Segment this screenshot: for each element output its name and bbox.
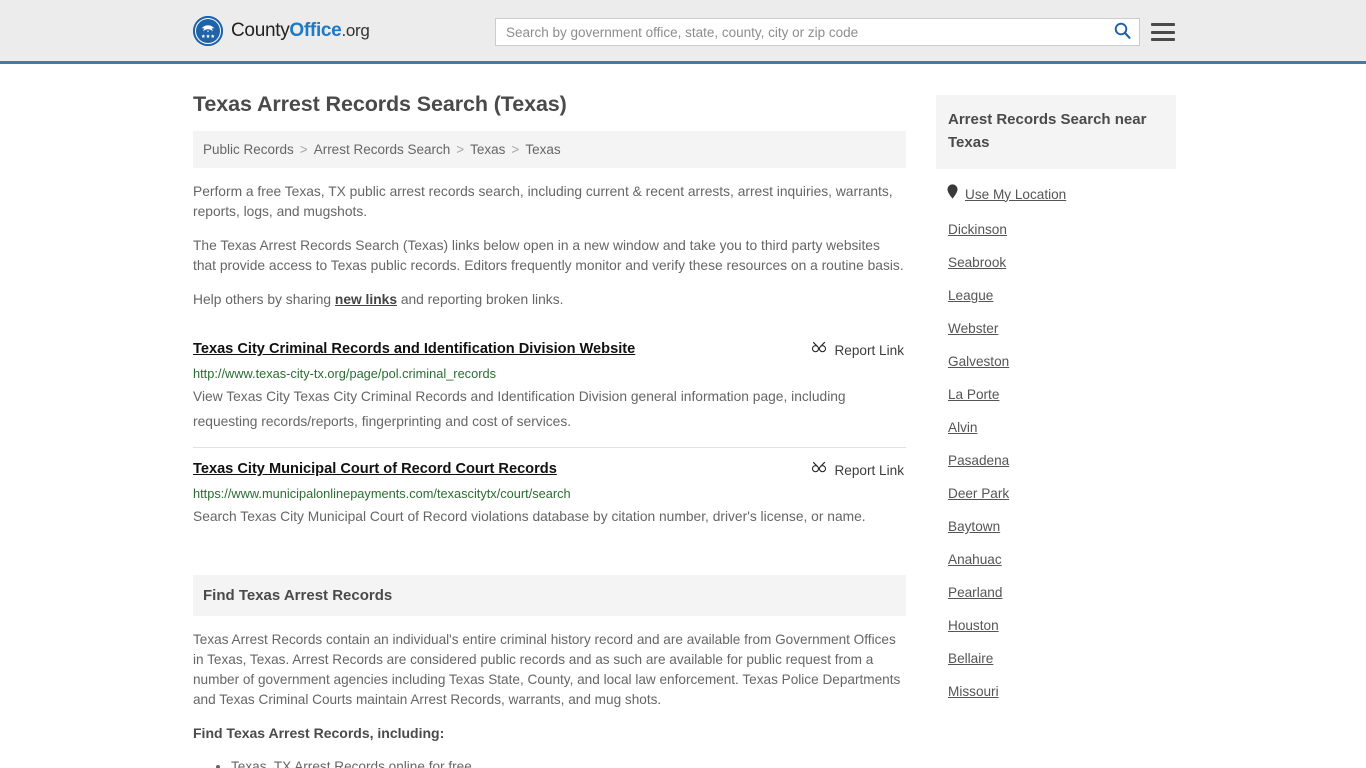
result-url: https://www.municipalonlinepayments.com/… bbox=[193, 486, 571, 501]
report-link-label: Report Link bbox=[834, 463, 904, 478]
result-title-link[interactable]: Texas City Criminal Records and Identifi… bbox=[193, 339, 635, 359]
sidebar-item-label[interactable]: Pasadena bbox=[948, 453, 1009, 468]
intro-paragraph-2: The Texas Arrest Records Search (Texas) … bbox=[193, 238, 904, 273]
sidebar-item-label[interactable]: Dickinson bbox=[948, 222, 1007, 237]
find-records-header: Find Texas Arrest Records bbox=[193, 575, 906, 616]
find-records-body: Texas Arrest Records contain an individu… bbox=[193, 630, 906, 768]
sidebar-item-galveston[interactable]: Galveston bbox=[936, 345, 1176, 378]
brand-part-county: County bbox=[231, 19, 290, 41]
sidebar-item-label[interactable]: Alvin bbox=[948, 420, 977, 435]
result-item: Texas City Municipal Court of Record Cou… bbox=[193, 447, 906, 542]
section-bullet-list: Texas, TX Arrest Records online for free bbox=[193, 756, 906, 768]
sidebar-item-label[interactable]: La Porte bbox=[948, 387, 999, 402]
breadcrumb-separator: > bbox=[299, 142, 308, 157]
sidebar-heading: Arrest Records Search near Texas bbox=[948, 111, 1147, 151]
report-link-label: Report Link bbox=[834, 343, 904, 358]
sidebar-links: Use My Location Dickinson Seabrook Leagu… bbox=[936, 169, 1176, 708]
sidebar-item-label[interactable]: Bellaire bbox=[948, 651, 993, 666]
sidebar-item-pasadena[interactable]: Pasadena bbox=[936, 444, 1176, 477]
sidebar-item-la-porte[interactable]: La Porte bbox=[936, 378, 1176, 411]
sidebar-item-deer-park[interactable]: Deer Park bbox=[936, 477, 1176, 510]
search-input[interactable] bbox=[496, 24, 1105, 40]
section-heading: Find Texas Arrest Records bbox=[203, 587, 393, 604]
sidebar-item-label[interactable]: Baytown bbox=[948, 519, 1000, 534]
breadcrumb-item-3[interactable]: Texas bbox=[525, 142, 560, 157]
report-link-button[interactable]: Report Link bbox=[811, 340, 904, 361]
brand-wordmark: CountyOffice.org bbox=[231, 20, 370, 42]
sidebar-item-dickinson[interactable]: Dickinson bbox=[936, 213, 1176, 246]
sidebar-item-label[interactable]: Deer Park bbox=[948, 486, 1009, 501]
brand-part-office: Office bbox=[289, 19, 342, 41]
list-item: Texas, TX Arrest Records online for free bbox=[231, 756, 906, 768]
sidebar-item-seabrook[interactable]: Seabrook bbox=[936, 246, 1176, 279]
sidebar: Arrest Records Search near Texas Use My … bbox=[936, 64, 1176, 708]
broken-link-icon bbox=[811, 340, 827, 361]
intro-paragraph-1: Perform a free Texas, TX public arrest r… bbox=[193, 184, 893, 219]
sidebar-item-bellaire[interactable]: Bellaire bbox=[936, 642, 1176, 675]
sidebar-item-label[interactable]: Galveston bbox=[948, 354, 1009, 369]
result-item: Texas City Criminal Records and Identifi… bbox=[193, 328, 906, 447]
result-description: View Texas City Texas City Criminal Reco… bbox=[193, 389, 846, 429]
report-link-button[interactable]: Report Link bbox=[811, 460, 904, 481]
sidebar-header: Arrest Records Search near Texas bbox=[936, 95, 1176, 169]
hamburger-bar-1 bbox=[1151, 23, 1175, 26]
sidebar-item-use-my-location[interactable]: Use My Location bbox=[936, 175, 1176, 213]
sidebar-item-missouri[interactable]: Missouri bbox=[936, 675, 1176, 708]
sidebar-item-league[interactable]: League bbox=[936, 279, 1176, 312]
result-description: Search Texas City Municipal Court of Rec… bbox=[193, 509, 866, 524]
share-text-after: and reporting broken links. bbox=[397, 292, 564, 307]
map-pin-icon bbox=[947, 184, 958, 204]
hamburger-menu-icon[interactable] bbox=[1151, 20, 1175, 44]
sidebar-item-pearland[interactable]: Pearland bbox=[936, 576, 1176, 609]
page-container: Texas Arrest Records Search (Texas) Publ… bbox=[0, 64, 1366, 768]
broken-link-icon bbox=[811, 460, 827, 481]
site-logo[interactable]: CountyOffice.org bbox=[193, 15, 370, 46]
site-header: CountyOffice.org bbox=[0, 0, 1366, 64]
sidebar-item-label[interactable]: League bbox=[948, 288, 993, 303]
sidebar-item-label[interactable]: Pearland bbox=[948, 585, 1002, 600]
section-paragraph: Texas Arrest Records contain an individu… bbox=[193, 632, 901, 707]
sidebar-item-label[interactable]: Houston bbox=[948, 618, 999, 633]
sidebar-item-baytown[interactable]: Baytown bbox=[936, 510, 1176, 543]
new-links-link[interactable]: new links bbox=[335, 292, 397, 307]
sidebar-item-webster[interactable]: Webster bbox=[936, 312, 1176, 345]
sidebar-item-houston[interactable]: Houston bbox=[936, 609, 1176, 642]
search-button[interactable] bbox=[1105, 19, 1139, 45]
breadcrumb-item-2[interactable]: Texas bbox=[470, 142, 505, 157]
main-content: Texas Arrest Records Search (Texas) Publ… bbox=[193, 64, 906, 768]
breadcrumb: Public Records > Arrest Records Search >… bbox=[193, 131, 906, 168]
hamburger-bar-2 bbox=[1151, 30, 1175, 34]
search-bar[interactable] bbox=[495, 18, 1140, 46]
result-url: http://www.texas-city-tx.org/page/pol.cr… bbox=[193, 366, 496, 381]
page-title: Texas Arrest Records Search (Texas) bbox=[193, 92, 567, 116]
result-title-link[interactable]: Texas City Municipal Court of Record Cou… bbox=[193, 459, 557, 479]
brand-part-tld: .org bbox=[341, 20, 370, 40]
breadcrumb-item-1[interactable]: Arrest Records Search bbox=[314, 142, 451, 157]
intro-section: Perform a free Texas, TX public arrest r… bbox=[193, 182, 906, 310]
sidebar-item-alvin[interactable]: Alvin bbox=[936, 411, 1176, 444]
sidebar-item-label[interactable]: Seabrook bbox=[948, 255, 1006, 270]
sidebar-item-label[interactable]: Anahuac bbox=[948, 552, 1002, 567]
sidebar-item-label[interactable]: Use My Location bbox=[965, 187, 1066, 202]
hamburger-bar-3 bbox=[1151, 38, 1175, 41]
results-list: Texas City Criminal Records and Identifi… bbox=[193, 328, 906, 542]
breadcrumb-separator: > bbox=[456, 142, 465, 157]
intro-paragraph-3: Help others by sharing new links and rep… bbox=[193, 290, 906, 310]
section-subheading: Find Texas Arrest Records, including: bbox=[193, 725, 445, 741]
sidebar-item-anahuac[interactable]: Anahuac bbox=[936, 543, 1176, 576]
breadcrumb-item-0[interactable]: Public Records bbox=[203, 142, 294, 157]
share-text-before: Help others by sharing bbox=[193, 292, 335, 307]
search-icon bbox=[1114, 22, 1131, 42]
sidebar-item-label[interactable]: Missouri bbox=[948, 684, 999, 699]
eagle-seal-icon bbox=[193, 15, 223, 46]
sidebar-item-label[interactable]: Webster bbox=[948, 321, 998, 336]
breadcrumb-separator: > bbox=[511, 142, 520, 157]
